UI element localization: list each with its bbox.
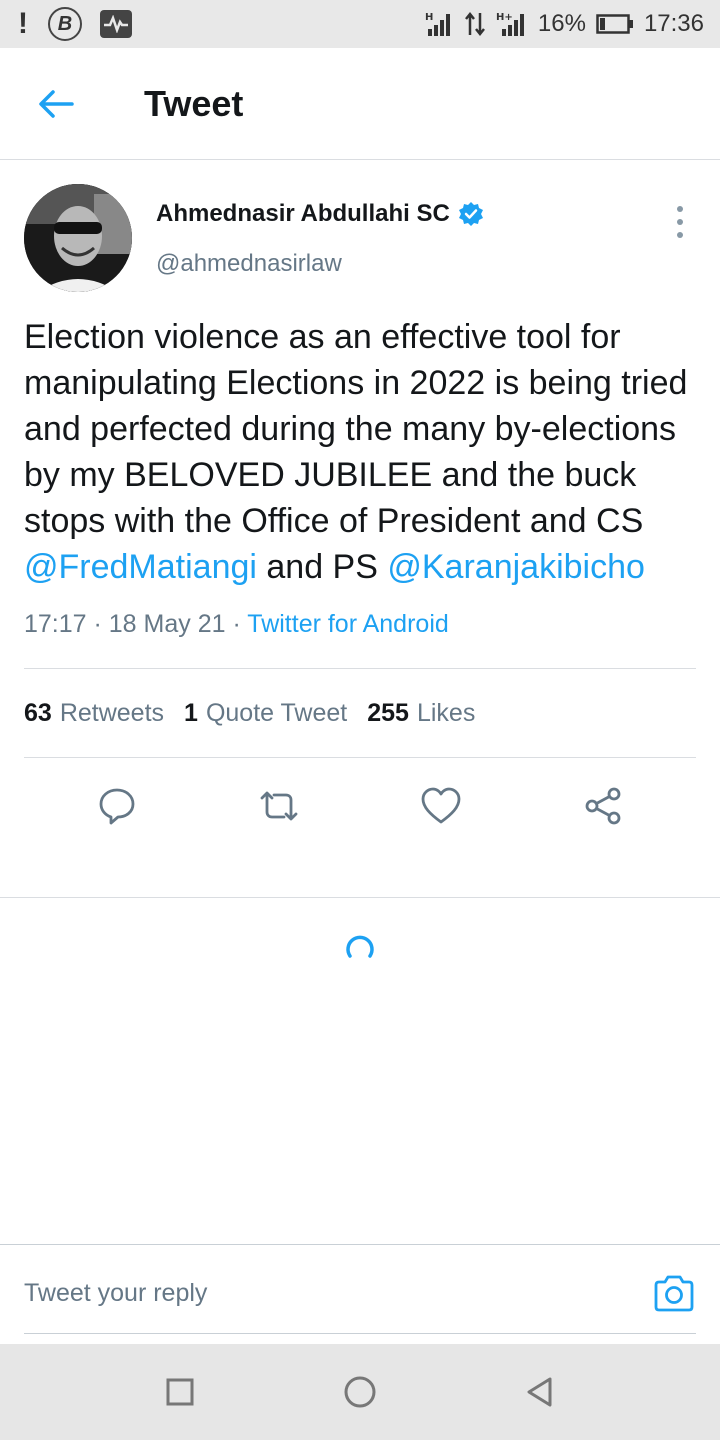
home-button[interactable] — [330, 1362, 390, 1422]
dot-icon — [677, 232, 683, 238]
tweet-text: Election violence as an effective tool f… — [24, 314, 696, 590]
triangle-back-icon — [527, 1377, 552, 1407]
signal-icon: H — [424, 11, 454, 37]
author-name[interactable]: Ahmednasir Abdullahi SC — [156, 200, 484, 228]
like-button[interactable] — [411, 776, 471, 836]
likes-label: Likes — [416, 698, 476, 727]
retweets-stat[interactable]: 63 Retweets — [24, 699, 164, 728]
likes-count: 255 — [367, 698, 409, 727]
mention-link[interactable]: @Karanjakibicho — [387, 548, 645, 586]
tweet-time: 17:17 — [24, 610, 87, 638]
dot-icon — [677, 219, 683, 225]
activity-icon — [100, 10, 132, 38]
quotes-count: 1 — [184, 698, 198, 727]
camera-icon — [654, 1275, 694, 1312]
recents-button[interactable] — [150, 1362, 210, 1422]
system-nav-bar — [0, 1344, 720, 1440]
tweet-date: 18 May 21 — [108, 610, 226, 638]
camera-button[interactable] — [652, 1273, 696, 1313]
quote-tweets-stat[interactable]: 1 Quote Tweet — [184, 699, 347, 728]
back-nav-button[interactable] — [510, 1362, 570, 1422]
page-title: Tweet — [144, 82, 244, 124]
reply-input[interactable]: Tweet your reply — [24, 1273, 614, 1313]
reply-button[interactable] — [87, 776, 147, 836]
arrow-left-icon — [39, 89, 74, 118]
loading-spinner-icon — [344, 934, 376, 966]
svg-text:H: H — [425, 12, 433, 23]
tweet-text-part: and PS — [256, 548, 388, 586]
more-options-button[interactable] — [664, 202, 696, 242]
status-bar: ! B H H+ 16% 17:36 — [0, 0, 720, 48]
retweets-label: Retweets — [59, 698, 165, 727]
retweet-icon — [260, 791, 298, 821]
author-handle[interactable]: @ahmednasirlaw — [156, 250, 342, 278]
dot-icon — [677, 206, 683, 212]
separator: · — [86, 610, 109, 638]
tweet-detail: Ahmednasir Abdullahi SC @ahmednasirlaw E… — [24, 160, 696, 854]
signal-2-icon: H+ — [496, 11, 528, 37]
verified-badge-icon — [458, 201, 484, 227]
reply-underline — [24, 1333, 696, 1334]
battery-icon — [596, 13, 634, 35]
back-button[interactable] — [0, 48, 112, 160]
data-transfer-icon — [464, 11, 486, 37]
share-icon — [585, 787, 621, 825]
tweet-source-link[interactable]: Twitter for Android — [247, 610, 448, 638]
author-name-text: Ahmednasir Abdullahi SC — [156, 200, 450, 227]
quotes-label: Quote Tweet — [205, 698, 348, 727]
reply-bar: Tweet your reply — [0, 1244, 720, 1344]
retweets-count: 63 — [24, 698, 52, 727]
heart-icon — [421, 787, 461, 824]
battery-percent: 16% — [537, 10, 586, 37]
likes-stat[interactable]: 255 Likes — [367, 699, 475, 728]
separator: · — [225, 610, 248, 638]
mention-link[interactable]: @FredMatiangi — [24, 548, 257, 586]
share-button[interactable] — [573, 776, 633, 836]
clock: 17:36 — [643, 10, 704, 37]
retweet-button[interactable] — [249, 776, 309, 836]
reply-icon — [99, 788, 135, 825]
divider — [0, 897, 720, 898]
avatar[interactable] — [24, 184, 132, 292]
square-icon — [166, 1378, 194, 1406]
tweet-meta: 17:17 · 18 May 21 · Twitter for Android — [24, 610, 696, 644]
circle-icon — [344, 1376, 376, 1408]
tweet-stats: 63 Retweets 1 Quote Tweet 255 Likes — [24, 669, 696, 757]
tweet-actions — [24, 758, 696, 854]
app-header: Tweet — [0, 48, 720, 160]
alert-icon: ! — [18, 7, 28, 40]
author-row: Ahmednasir Abdullahi SC @ahmednasirlaw — [24, 160, 696, 310]
svg-text:H+: H+ — [496, 12, 513, 23]
b-app-icon: B — [48, 7, 82, 41]
tweet-text-part: Election violence as an effective tool f… — [24, 318, 688, 540]
